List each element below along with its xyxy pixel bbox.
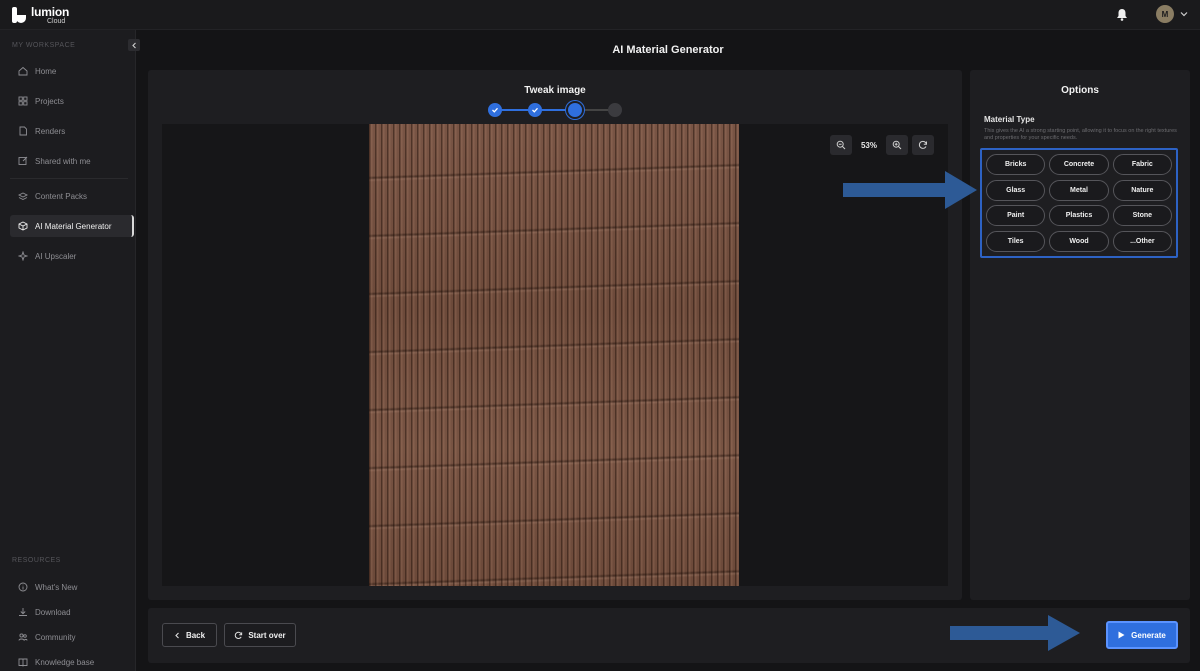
image-stage: 53% bbox=[162, 124, 948, 586]
workspace-section-label: MY WORKSPACE bbox=[12, 42, 76, 49]
download-icon bbox=[19, 608, 27, 616]
sidebar-item-label: Home bbox=[35, 66, 57, 76]
step-title: Tweak image bbox=[524, 85, 586, 96]
logo-sub: Cloud bbox=[47, 17, 66, 25]
zoom-toolbar: 53% bbox=[830, 134, 934, 156]
reset-view-button[interactable] bbox=[912, 135, 934, 155]
refresh-icon bbox=[918, 140, 927, 149]
material-chip-stone[interactable]: Stone bbox=[1112, 205, 1172, 226]
sparkle-icon bbox=[18, 251, 28, 261]
step-1-complete bbox=[488, 103, 502, 117]
resources-section-label: RESOURCES bbox=[12, 557, 61, 564]
material-chip-paint[interactable]: Paint bbox=[986, 205, 1046, 226]
sidebar-item-projects[interactable]: Projects bbox=[10, 90, 134, 112]
sidebar-item-label: Content Packs bbox=[35, 191, 88, 201]
options-title: Options bbox=[1061, 85, 1099, 96]
generate-button[interactable]: Generate bbox=[1106, 621, 1178, 649]
step-4-todo bbox=[608, 103, 622, 117]
refresh-icon bbox=[235, 631, 243, 639]
top-bar: lumion Cloud M bbox=[0, 0, 1200, 30]
material-texture-image[interactable] bbox=[369, 124, 739, 586]
sidebar-item-ai-upscaler[interactable]: AI Upscaler bbox=[10, 245, 134, 267]
sidebar-item-download[interactable]: Download bbox=[10, 601, 134, 623]
material-type-description: This gives the AI a strong starting poin… bbox=[984, 128, 1177, 141]
share-icon bbox=[18, 156, 28, 165]
sidebar-item-community[interactable]: Community bbox=[10, 626, 134, 648]
sidebar-item-label: What's New bbox=[35, 582, 78, 592]
options-panel: Options Material Type This gives the AI … bbox=[970, 70, 1190, 600]
community-icon bbox=[18, 633, 28, 641]
step-2-complete bbox=[528, 103, 542, 117]
logo-name: lumion bbox=[31, 4, 70, 19]
sidebar-collapse-button[interactable] bbox=[128, 39, 140, 51]
annotation-arrow-right-icon bbox=[950, 615, 1080, 651]
sidebar-item-label: AI Upscaler bbox=[35, 251, 77, 261]
material-chip-plastics[interactable]: Plastics bbox=[1049, 205, 1109, 226]
image-editor-panel: Tweak image 53% bbox=[148, 70, 962, 600]
start-over-button-label: Start over bbox=[248, 630, 286, 640]
material-chip-bricks[interactable]: Bricks bbox=[986, 154, 1046, 175]
file-icon bbox=[19, 126, 27, 136]
material-chip-nature[interactable]: Nature bbox=[1112, 179, 1172, 201]
sidebar-item-label: Download bbox=[35, 607, 71, 617]
start-over-button[interactable]: Start over bbox=[224, 623, 296, 647]
book-icon bbox=[18, 658, 28, 667]
sidebar-item-label: AI Material Generator bbox=[35, 221, 112, 231]
sidebar-item-label: Knowledge base bbox=[35, 657, 95, 667]
sidebar-item-ai-material-generator[interactable]: AI Material Generator bbox=[10, 215, 134, 237]
lumion-logo[interactable]: lumion Cloud bbox=[12, 4, 82, 26]
check-icon bbox=[492, 107, 498, 113]
sidebar-item-label: Renders bbox=[35, 126, 66, 136]
sidebar-item-renders[interactable]: Renders bbox=[10, 120, 134, 142]
sidebar-item-whats-new[interactable]: What's New bbox=[10, 576, 134, 598]
check-icon bbox=[532, 107, 538, 113]
sidebar-item-knowledge-base[interactable]: Knowledge base bbox=[10, 651, 134, 671]
material-chip-glass[interactable]: Glass bbox=[986, 179, 1046, 201]
zoom-in-icon bbox=[892, 140, 902, 150]
progress-stepper bbox=[488, 103, 628, 117]
bell-icon[interactable] bbox=[1116, 8, 1128, 21]
zoom-in-button[interactable] bbox=[886, 135, 908, 155]
material-chip-tiles[interactable]: Tiles bbox=[986, 230, 1046, 252]
material-chip-wood[interactable]: Wood bbox=[1049, 230, 1109, 252]
zoom-level: 53% bbox=[860, 140, 877, 150]
material-chip-concrete[interactable]: Concrete bbox=[1049, 154, 1109, 175]
sidebar-item-label: Community bbox=[35, 632, 76, 642]
back-button-label: Back bbox=[185, 630, 206, 640]
sidebar-item-content-packs[interactable]: Content Packs bbox=[10, 185, 134, 207]
material-chip-metal[interactable]: Metal bbox=[1049, 179, 1109, 201]
zoom-out-button[interactable] bbox=[830, 135, 852, 155]
home-icon bbox=[18, 66, 28, 76]
sidebar-item-shared[interactable]: Shared with me bbox=[10, 150, 134, 172]
material-chip-other[interactable]: ...Other bbox=[1112, 230, 1172, 252]
generate-button-label: Generate bbox=[1131, 630, 1166, 640]
page-title: AI Material Generator bbox=[612, 44, 724, 56]
grid-icon bbox=[18, 96, 28, 106]
material-type-chip-grid: Bricks Concrete Fabric Glass Metal Natur… bbox=[980, 148, 1178, 258]
layers-icon bbox=[18, 192, 28, 201]
sidebar-item-home[interactable]: Home bbox=[10, 60, 134, 82]
back-button[interactable]: Back bbox=[162, 623, 217, 647]
lumion-logo-mark-icon bbox=[12, 7, 26, 23]
play-icon bbox=[1118, 631, 1125, 639]
sidebar-item-label: Projects bbox=[35, 96, 64, 106]
step-3-current bbox=[568, 103, 582, 117]
chevron-left-icon bbox=[131, 42, 136, 48]
cube-icon bbox=[18, 221, 28, 231]
material-chip-fabric[interactable]: Fabric bbox=[1112, 154, 1172, 175]
sidebar-item-label: Shared with me bbox=[35, 156, 91, 166]
zoom-out-icon bbox=[836, 140, 846, 150]
sidebar-divider bbox=[10, 178, 128, 179]
chevron-left-icon bbox=[175, 632, 179, 638]
chevron-down-icon[interactable] bbox=[1180, 10, 1188, 18]
user-avatar[interactable]: M bbox=[1156, 5, 1174, 23]
sidebar: MY WORKSPACE Home Projects Renders Share… bbox=[0, 30, 136, 671]
info-icon bbox=[18, 582, 28, 592]
annotation-arrow-right-icon bbox=[843, 171, 977, 209]
material-type-label: Material Type bbox=[984, 115, 1035, 124]
